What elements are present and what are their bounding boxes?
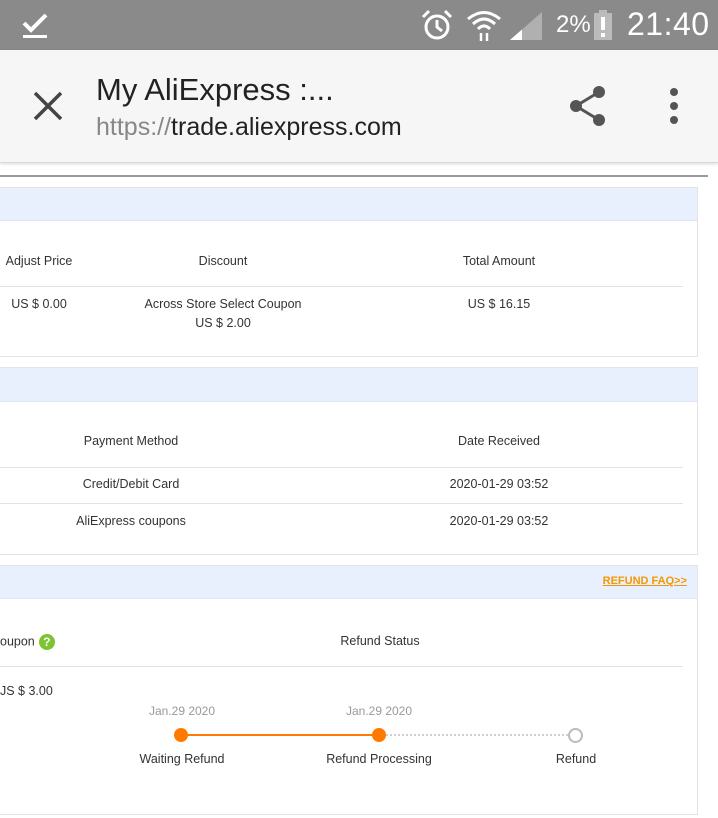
payment-method-header: Payment Method xyxy=(83,434,179,448)
timeline-label: Waiting Refund xyxy=(139,752,225,766)
page-title: My AliExpress :... xyxy=(96,72,334,107)
page-load-bar xyxy=(0,175,708,177)
discount-header: Discount xyxy=(198,254,248,268)
share-icon[interactable] xyxy=(568,84,608,128)
timeline-date: Jan.29 2020 xyxy=(148,704,216,718)
price-card: Adjust Price Discount Total Amount US $ … xyxy=(0,187,698,357)
payment-method-value: Credit/Debit Card xyxy=(82,477,180,491)
refund-card-header: REFUND FAQ>> xyxy=(0,566,697,599)
divider xyxy=(0,467,683,468)
adjust-price-value: US $ 0.00 xyxy=(11,297,67,311)
download-complete-icon xyxy=(22,13,48,38)
timeline-label: Refund xyxy=(555,752,597,766)
url-scheme: https:// xyxy=(96,113,172,141)
browser-toolbar: My AliExpress :... https://trade.aliexpr… xyxy=(0,50,718,163)
date-received-value: 2020-01-29 03:52 xyxy=(449,514,549,528)
coupon-header: oupon? xyxy=(0,634,55,650)
date-received-value: 2020-01-29 03:52 xyxy=(449,477,549,491)
total-amount-value: US $ 16.15 xyxy=(467,297,531,311)
refund-status-header: Refund Status xyxy=(340,634,420,648)
discount-value-name: Across Store Select Coupon xyxy=(144,297,302,311)
divider xyxy=(0,666,683,667)
clock: 21:40 xyxy=(627,6,710,42)
payment-card-header xyxy=(0,368,697,402)
timeline-pending-line xyxy=(386,734,568,736)
wifi-icon xyxy=(467,11,501,41)
payment-method-value: AliExpress coupons xyxy=(76,514,186,528)
help-icon[interactable]: ? xyxy=(38,634,55,650)
divider xyxy=(0,286,683,287)
refund-amount-value: JS $ 3.00 xyxy=(0,684,53,698)
discount-value-amount: US $ 2.00 xyxy=(195,316,251,330)
refund-faq-link[interactable]: REFUND FAQ>> xyxy=(603,575,687,587)
battery-alert-icon xyxy=(594,10,612,40)
date-received-header: Date Received xyxy=(458,434,540,448)
status-bar: 2% 21:40 xyxy=(0,0,718,50)
url-bar[interactable]: https://trade.aliexpress.com xyxy=(96,113,402,142)
close-icon[interactable] xyxy=(30,88,66,124)
coupon-header-text: oupon xyxy=(0,634,35,649)
alarm-icon xyxy=(421,9,453,40)
divider xyxy=(0,503,683,504)
price-card-header xyxy=(0,188,697,221)
total-amount-header: Total Amount xyxy=(462,254,536,268)
timeline-date: Jan.29 2020 xyxy=(345,704,413,718)
battery-percent: 2% xyxy=(556,11,591,38)
timeline-label: Refund Processing xyxy=(326,752,432,766)
refund-card: REFUND FAQ>> oupon? Refund Status JS $ 3… xyxy=(0,565,698,815)
signal-icon xyxy=(510,12,542,40)
adjust-price-header: Adjust Price xyxy=(5,254,73,268)
timeline-step-waiting-refund xyxy=(174,728,188,742)
timeline-step-refund xyxy=(568,728,583,743)
url-host: trade.aliexpress.com xyxy=(171,113,402,141)
timeline-progress-line xyxy=(188,734,372,736)
timeline-step-refund-processing xyxy=(372,728,386,742)
payment-card: Payment Method Date Received Credit/Debi… xyxy=(0,367,698,555)
more-vert-icon[interactable] xyxy=(664,86,684,126)
